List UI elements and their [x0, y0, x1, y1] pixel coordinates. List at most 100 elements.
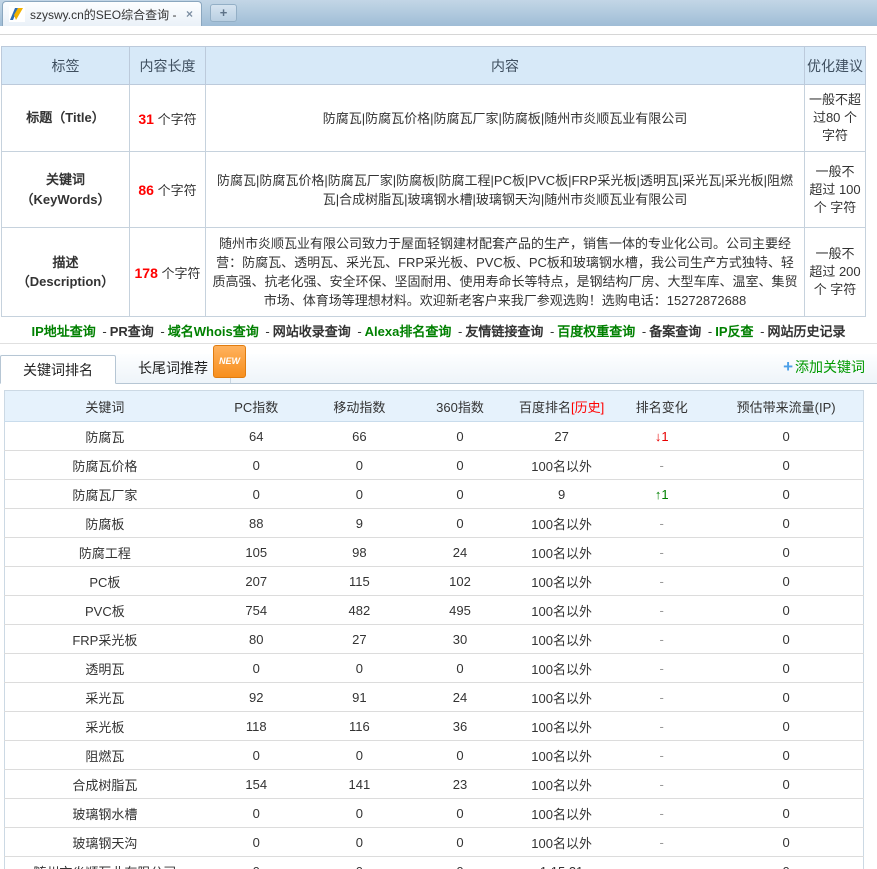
rank-change-value: ↑1 [614, 480, 709, 509]
quick-link[interactable]: 域名Whois查询 [168, 321, 273, 340]
quick-link[interactable]: 备案查询 [649, 321, 715, 340]
360-index-value: 24 [411, 538, 509, 567]
title-suggestion: 一般不超过80 个字符 [805, 85, 866, 152]
keyword-row: 采光瓦 92 91 24 100名以外 - 0 [5, 683, 864, 712]
traffic-value: 0 [709, 683, 863, 712]
keyword-name: 防腐瓦价格 [5, 451, 205, 480]
keyword-name: PC板 [5, 567, 205, 596]
pc-index-value: 64 [205, 422, 308, 451]
keyword-row: 随州市炎顺瓦业有限公司 0 0 0 1,15,21 - 0 [5, 857, 864, 869]
mobile-index-value: 0 [308, 451, 411, 480]
quick-link[interactable]: 网站收录查询 [273, 321, 365, 340]
col-header-360-index: 360指数 [411, 391, 509, 422]
keyword-name: 玻璃钢水槽 [5, 799, 205, 828]
keyword-row: 玻璃钢水槽 0 0 0 100名以外 - 0 [5, 799, 864, 828]
col-header-content: 内容 [206, 47, 805, 85]
col-header-baidu-rank: 百度排名[历史] [509, 391, 614, 422]
traffic-value: 0 [709, 654, 863, 683]
browser-tab-bar: szyswy.cn的SEO综合查询 - 站 × + [0, 0, 877, 26]
traffic-value: 0 [709, 451, 863, 480]
col-header-pc-index: PC指数 [205, 391, 308, 422]
baidu-rank-value: 100名以外 [509, 712, 614, 741]
360-index-value: 495 [411, 596, 509, 625]
keyword-name: 玻璃钢天沟 [5, 828, 205, 857]
360-index-value: 0 [411, 422, 509, 451]
quick-link[interactable]: PR查询 [110, 321, 168, 340]
quick-link[interactable]: 网站历史记录 [767, 321, 845, 340]
rank-change-value: - [614, 451, 709, 480]
pc-index-value: 88 [205, 509, 308, 538]
baidu-rank-value: 100名以外 [509, 567, 614, 596]
meta-row-keywords: 关键词 （KeyWords） 86 个字符 防腐瓦|防腐瓦价格|防腐瓦厂家|防腐… [2, 152, 866, 228]
description-tag-link[interactable]: 描述 （Description） [2, 228, 130, 317]
quick-link[interactable]: 友情链接查询 [465, 321, 557, 340]
baidu-rank-value: 100名以外 [509, 741, 614, 770]
col-header-mobile-index: 移动指数 [308, 391, 411, 422]
pc-index-value: 80 [205, 625, 308, 654]
keyword-row: PC板 207 115 102 100名以外 - 0 [5, 567, 864, 596]
browser-tab[interactable]: szyswy.cn的SEO综合查询 - 站 × [2, 1, 202, 26]
tab-keyword-rank[interactable]: 关键词排名 [0, 355, 116, 384]
rank-change-value: - [614, 509, 709, 538]
keyword-name: FRP采光板 [5, 625, 205, 654]
traffic-value: 0 [709, 538, 863, 567]
keyword-row: 阻燃瓦 0 0 0 100名以外 - 0 [5, 741, 864, 770]
description-length: 178 个字符 [130, 228, 206, 317]
pc-index-value: 0 [205, 654, 308, 683]
keyword-name: 随州市炎顺瓦业有限公司 [5, 857, 205, 869]
quick-link[interactable]: IP反查 [715, 321, 767, 340]
title-tag-link[interactable]: 标题（Title） [2, 85, 130, 152]
keyword-name: 采光瓦 [5, 683, 205, 712]
keyword-row: 采光板 118 116 36 100名以外 - 0 [5, 712, 864, 741]
keywords-content: 防腐瓦|防腐瓦价格|防腐瓦厂家|防腐板|防腐工程|PC板|PVC板|FRP采光板… [206, 152, 805, 228]
360-index-value: 0 [411, 828, 509, 857]
rank-change-value: - [614, 712, 709, 741]
keyword-name: 防腐板 [5, 509, 205, 538]
keyword-row: 玻璃钢天沟 0 0 0 100名以外 - 0 [5, 828, 864, 857]
keyword-row: 防腐工程 105 98 24 100名以外 - 0 [5, 538, 864, 567]
history-link[interactable]: [历史] [571, 400, 604, 415]
keywords-tag-link[interactable]: 关键词 （KeyWords） [2, 152, 130, 228]
rank-change-value: - [614, 654, 709, 683]
keyword-name: 防腐瓦厂家 [5, 480, 205, 509]
traffic-value: 0 [709, 422, 863, 451]
traffic-value: 0 [709, 567, 863, 596]
traffic-value: 0 [709, 596, 863, 625]
keyword-name: 合成树脂瓦 [5, 770, 205, 799]
baidu-rank-value: 27 [509, 422, 614, 451]
mobile-index-value: 116 [308, 712, 411, 741]
baidu-rank-value: 100名以外 [509, 770, 614, 799]
quick-links-bar: IP地址查询PR查询域名Whois查询网站收录查询Alexa排名查询友情链接查询… [0, 317, 877, 344]
rank-change-value: ↓1 [614, 422, 709, 451]
quick-link[interactable]: Alexa排名查询 [365, 321, 466, 340]
keyword-row: PVC板 754 482 495 100名以外 - 0 [5, 596, 864, 625]
quick-link[interactable]: IP地址查询 [31, 321, 109, 340]
title-char-count: 31 [138, 111, 154, 127]
traffic-value: 0 [709, 828, 863, 857]
keywords-length: 86 个字符 [130, 152, 206, 228]
360-index-value: 36 [411, 712, 509, 741]
keyword-name: PVC板 [5, 596, 205, 625]
description-content: 随州市炎顺瓦业有限公司致力于屋面轻钢建材配套产品的生产，销售一体的专业化公司。公… [206, 228, 805, 317]
keyword-rank-table: 关键词 PC指数 移动指数 360指数 百度排名[历史] 排名变化 预估带来流量… [4, 390, 864, 869]
tab-close-icon[interactable]: × [184, 7, 195, 21]
keyword-row: 防腐瓦厂家 0 0 0 9 ↑1 0 [5, 480, 864, 509]
keyword-name: 防腐工程 [5, 538, 205, 567]
360-index-value: 24 [411, 683, 509, 712]
new-tab-button[interactable]: + [210, 4, 237, 22]
keyword-row: 防腐瓦 64 66 0 27 ↓1 0 [5, 422, 864, 451]
pc-index-value: 0 [205, 480, 308, 509]
rank-change-value: - [614, 683, 709, 712]
keyword-name: 透明瓦 [5, 654, 205, 683]
keyword-row: 防腐板 88 9 0 100名以外 - 0 [5, 509, 864, 538]
rank-change-value: - [614, 567, 709, 596]
tab-longtail[interactable]: 长尾词推荐 NEW [116, 354, 231, 383]
keyword-tab-strip: 关键词排名 长尾词推荐 NEW + 添加关键词 [0, 354, 877, 384]
chrome-divider [0, 26, 877, 35]
col-header-tag: 标签 [2, 47, 130, 85]
pc-index-value: 0 [205, 451, 308, 480]
quick-link[interactable]: 百度权重查询 [557, 321, 649, 340]
traffic-value: 0 [709, 741, 863, 770]
baidu-rank-value: 100名以外 [509, 654, 614, 683]
add-keyword-button[interactable]: + 添加关键词 [783, 357, 865, 377]
